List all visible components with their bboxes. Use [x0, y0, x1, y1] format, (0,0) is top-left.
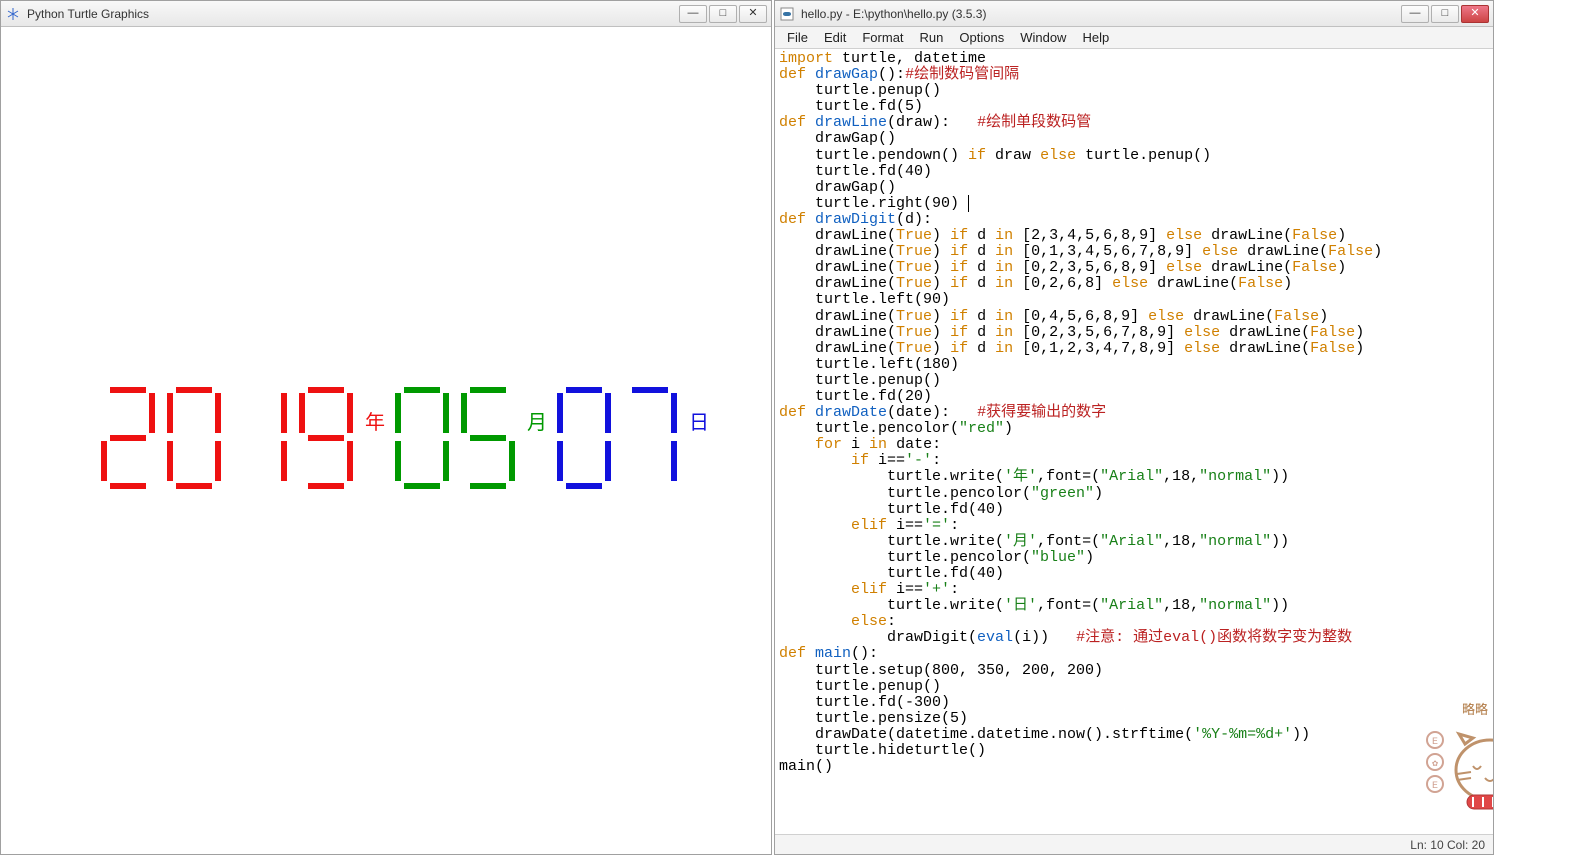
code-line: drawLine(True) if d in [0,1,3,4,5,6,7,8,… — [779, 244, 1491, 260]
code-line: elif i=='=': — [779, 518, 1491, 534]
minimize-button[interactable]: — — [1401, 5, 1429, 23]
code-editor[interactable]: import turtle, datetimedef drawGap():#绘制… — [775, 49, 1493, 834]
mascot-label: 略略 — [1462, 702, 1488, 717]
code-line: turtle.write('月',font=("Arial",18,"norma… — [779, 534, 1491, 550]
code-line: turtle.pendown() if draw else turtle.pen… — [779, 148, 1491, 164]
code-line: drawLine(True) if d in [0,2,6,8] else dr… — [779, 276, 1491, 292]
code-line: elif i=='+': — [779, 582, 1491, 598]
code-line: turtle.penup() — [779, 83, 1491, 99]
idle-window: hello.py - E:\python\hello.py (3.5.3) — … — [774, 0, 1494, 855]
turtle-titlebar[interactable]: Python Turtle Graphics — □ ✕ — [1, 1, 771, 27]
date-label: 年 — [365, 406, 385, 435]
code-line: def main(): — [779, 646, 1491, 662]
code-line: turtle.setup(800, 350, 200, 200) — [779, 663, 1491, 679]
code-line: drawLine(True) if d in [0,4,5,6,8,9] els… — [779, 309, 1491, 325]
code-line: turtle.pencolor("green") — [779, 486, 1491, 502]
code-line: turtle.left(180) — [779, 357, 1491, 373]
code-line: drawLine(True) if d in [0,1,2,3,4,7,8,9]… — [779, 341, 1491, 357]
menu-run[interactable]: Run — [912, 28, 952, 47]
code-line: def drawLine(draw): #绘制单段数码管 — [779, 115, 1491, 131]
idle-menubar: FileEditFormatRunOptionsWindowHelp — [775, 27, 1493, 49]
code-line: turtle.pencolor("blue") — [779, 550, 1491, 566]
mascot-overlay: 略略 E ✿ E — [1361, 684, 1481, 804]
maximize-button[interactable]: □ — [709, 5, 737, 23]
cursor-position: Ln: 10 Col: 20 — [1410, 838, 1485, 852]
svg-text:E: E — [1432, 737, 1438, 748]
date-label: 日 — [689, 406, 709, 435]
menu-edit[interactable]: Edit — [816, 28, 854, 47]
code-line: drawDigit(eval(i)) #注意: 通过eval()函数将数字变为整… — [779, 630, 1491, 646]
code-line: turtle.left(90) — [779, 292, 1491, 308]
code-line: else: — [779, 614, 1491, 630]
segment-digit — [395, 387, 449, 489]
code-line: def drawDate(date): #获得要输出的数字 — [779, 405, 1491, 421]
code-line: turtle.fd(5) — [779, 99, 1491, 115]
segment-digit — [557, 387, 611, 489]
segment-digit — [101, 387, 155, 489]
code-line: def drawDigit(d): — [779, 212, 1491, 228]
code-line: turtle.write('日',font=("Arial",18,"norma… — [779, 598, 1491, 614]
idle-statusbar: Ln: 10 Col: 20 — [775, 834, 1493, 854]
idle-title: hello.py - E:\python\hello.py (3.5.3) — [801, 7, 986, 21]
code-line: turtle.fd(40) — [779, 502, 1491, 518]
turtle-window: Python Turtle Graphics — □ ✕ 年 月 日 — [0, 0, 772, 855]
maximize-button[interactable]: □ — [1431, 5, 1459, 23]
code-line: for i in date: — [779, 437, 1491, 453]
date-digits: 年月日 — [101, 387, 719, 489]
minimize-button[interactable]: — — [679, 5, 707, 23]
code-line: turtle.right(90) — [779, 196, 1491, 212]
turtle-canvas: 年月日 — [1, 27, 771, 854]
code-line: def drawGap():#绘制数码管间隔 — [779, 67, 1491, 83]
code-line: turtle.fd(40) — [779, 164, 1491, 180]
code-line: turtle.pencolor("red") — [779, 421, 1491, 437]
svg-text:✿: ✿ — [1432, 759, 1438, 770]
segment-digit — [167, 387, 221, 489]
date-label: 月 — [527, 406, 547, 435]
menu-format[interactable]: Format — [854, 28, 911, 47]
code-line: turtle.fd(40) — [779, 566, 1491, 582]
segment-digit — [461, 387, 515, 489]
menu-window[interactable]: Window — [1012, 28, 1074, 47]
segment-digit — [299, 387, 353, 489]
turtle-icon — [5, 6, 21, 22]
close-button[interactable]: ✕ — [1461, 5, 1489, 23]
python-file-icon — [779, 6, 795, 22]
code-line: turtle.write('年',font=("Arial",18,"norma… — [779, 469, 1491, 485]
code-line: drawLine(True) if d in [2,3,4,5,6,8,9] e… — [779, 228, 1491, 244]
segment-digit — [623, 387, 677, 489]
code-line: drawGap() — [779, 180, 1491, 196]
idle-titlebar[interactable]: hello.py - E:\python\hello.py (3.5.3) — … — [775, 1, 1493, 27]
code-line: turtle.fd(20) — [779, 389, 1491, 405]
code-line: drawGap() — [779, 131, 1491, 147]
close-button[interactable]: ✕ — [739, 5, 767, 23]
svg-text:E: E — [1432, 781, 1438, 792]
menu-help[interactable]: Help — [1074, 28, 1117, 47]
code-line: import turtle, datetime — [779, 51, 1491, 67]
turtle-title: Python Turtle Graphics — [27, 7, 149, 21]
code-line: drawLine(True) if d in [0,2,3,5,6,8,9] e… — [779, 260, 1491, 276]
segment-digit — [233, 387, 287, 489]
code-line: drawLine(True) if d in [0,2,3,5,6,7,8,9]… — [779, 325, 1491, 341]
menu-file[interactable]: File — [779, 28, 816, 47]
menu-options[interactable]: Options — [951, 28, 1012, 47]
code-line: turtle.penup() — [779, 373, 1491, 389]
